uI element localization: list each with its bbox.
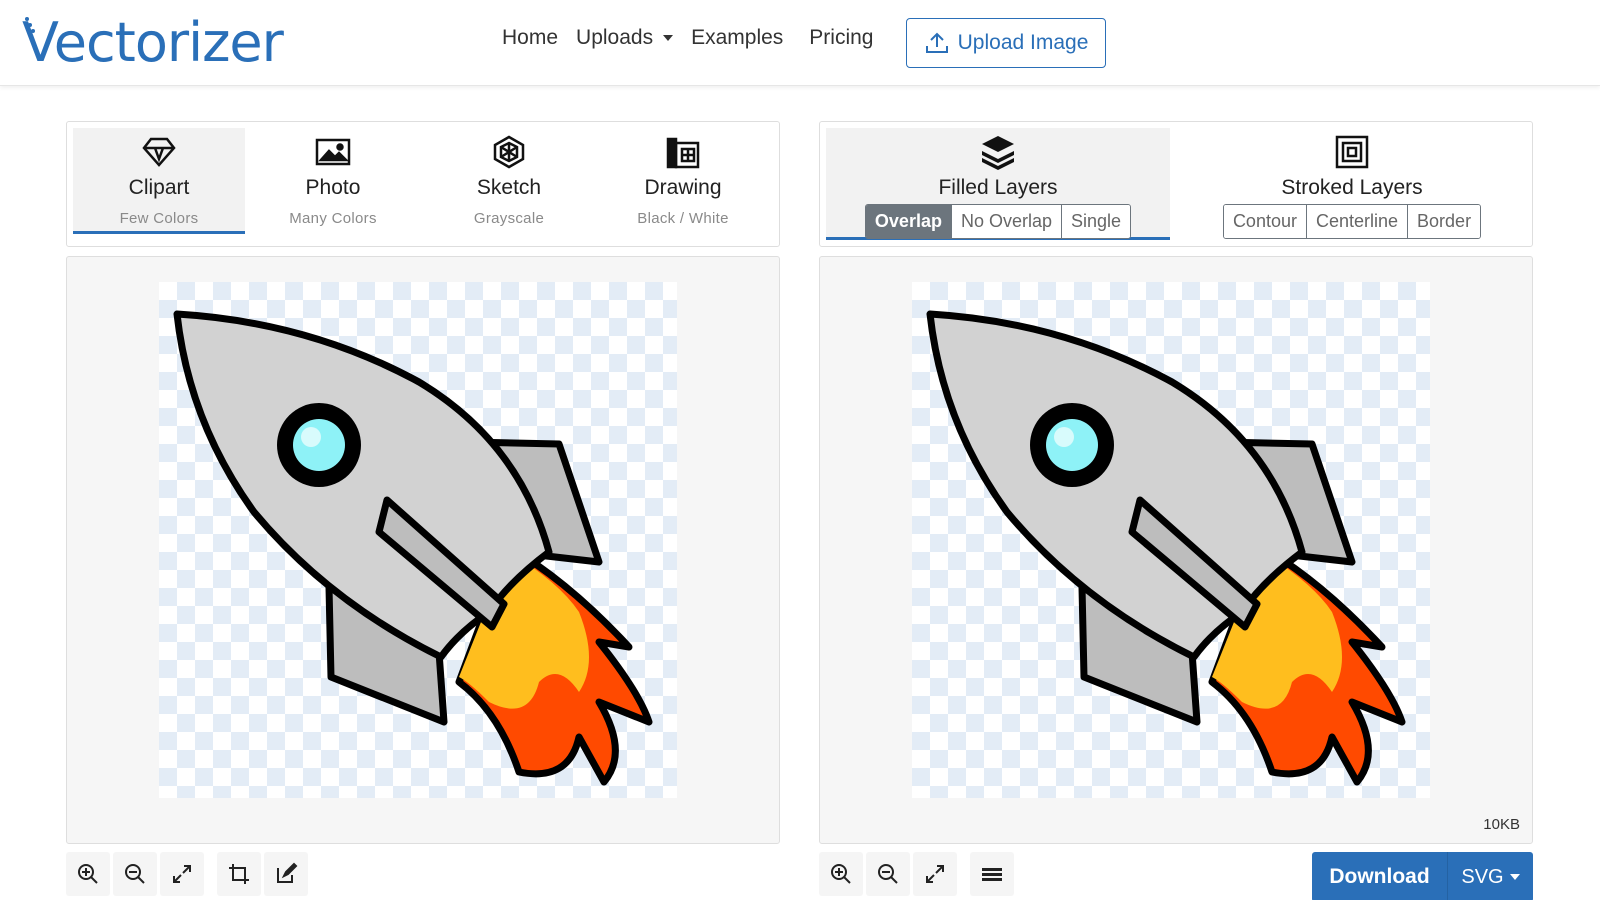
layer-title: Filled Layers — [938, 176, 1058, 199]
mode-title: Drawing — [644, 176, 722, 199]
mode-subtitle: Grayscale — [473, 210, 545, 227]
chevron-down-icon — [1509, 874, 1520, 880]
layer-tab-filled[interactable]: Filled Layers Overlap No Overlap Single — [826, 128, 1170, 240]
zoom-out-button[interactable] — [866, 852, 910, 896]
zoom-in-button[interactable] — [66, 852, 110, 896]
crop-icon — [229, 864, 249, 884]
mode-subtitle: Many Colors — [289, 210, 377, 227]
nav-uploads-label: Uploads — [576, 26, 654, 49]
brand-logo[interactable]: Vectorizer — [22, 10, 284, 74]
edit-button[interactable] — [264, 852, 308, 896]
diamond-icon — [142, 137, 176, 167]
zoom-in-icon — [78, 864, 98, 884]
menu-button[interactable] — [970, 852, 1014, 896]
fit-button[interactable] — [913, 852, 957, 896]
zoom-in-icon — [831, 864, 851, 884]
mode-title: Clipart — [128, 176, 190, 199]
mode-subtitle: Few Colors — [119, 210, 199, 227]
filled-layer-options: Overlap No Overlap Single — [864, 204, 1132, 239]
layer-title: Stroked Layers — [1281, 176, 1423, 199]
layers-icon — [982, 136, 1014, 170]
transparency-background — [159, 282, 677, 798]
mode-selector: Clipart Few Colors Photo Many Colors Ske… — [66, 121, 780, 247]
mode-tab-drawing[interactable]: Drawing Black / White — [597, 128, 769, 234]
rocket-image — [173, 310, 653, 786]
expand-icon — [926, 865, 944, 883]
download-button-group: Download SVG — [1312, 852, 1533, 900]
upload-icon — [925, 32, 948, 53]
mode-title: Photo — [305, 176, 361, 199]
nav-uploads[interactable]: Uploads — [576, 26, 674, 50]
upload-image-button[interactable]: Upload Image — [906, 18, 1106, 68]
fit-button[interactable] — [160, 852, 204, 896]
nav-home[interactable]: Home — [502, 26, 558, 50]
mode-tab-sketch[interactable]: Sketch Grayscale — [423, 128, 595, 234]
nav-pricing[interactable]: Pricing — [809, 26, 873, 50]
main-nav: Home Uploads Examples Pricing — [502, 26, 892, 50]
mode-tab-photo[interactable]: Photo Many Colors — [247, 128, 419, 234]
layer-selector: Filled Layers Overlap No Overlap Single … — [819, 121, 1533, 247]
hamburger-icon — [982, 868, 1002, 881]
mode-tab-clipart[interactable]: Clipart Few Colors — [73, 128, 245, 234]
original-preview[interactable] — [66, 256, 780, 844]
stroked-layer-options: Contour Centerline Border — [1222, 204, 1482, 239]
format-label: SVG — [1461, 865, 1504, 888]
vectorized-preview[interactable]: 10KB — [819, 256, 1533, 844]
mode-subtitle: Black / White — [637, 210, 729, 227]
logo-dots-icon — [25, 17, 35, 33]
pencil-tip-icon — [493, 135, 525, 169]
zoom-out-icon — [125, 864, 145, 884]
upload-image-label: Upload Image — [957, 31, 1089, 54]
transparency-background — [912, 282, 1430, 798]
zoom-out-button[interactable] — [113, 852, 157, 896]
rocket-vector-image — [926, 310, 1406, 786]
stroked-layers-icon — [1335, 135, 1369, 169]
crop-button[interactable] — [217, 852, 261, 896]
zoom-out-icon — [878, 864, 898, 884]
zoom-in-button[interactable] — [819, 852, 863, 896]
format-dropdown[interactable]: SVG — [1448, 852, 1533, 900]
download-button[interactable]: Download — [1312, 852, 1448, 900]
original-toolbar — [66, 852, 311, 896]
chevron-down-icon — [663, 35, 674, 42]
edit-icon — [277, 862, 298, 883]
layer-tab-stroked[interactable]: Stroked Layers Contour Centerline Border — [1176, 128, 1528, 240]
mode-title: Sketch — [476, 176, 542, 199]
option-centerline[interactable]: Centerline — [1306, 205, 1409, 238]
sketchbook-icon — [666, 137, 700, 169]
file-size-label: 10KB — [1483, 816, 1520, 833]
option-single[interactable]: Single — [1062, 205, 1131, 238]
expand-icon — [173, 865, 191, 883]
result-toolbar — [819, 852, 1017, 896]
image-icon — [315, 138, 351, 166]
option-overlap[interactable]: Overlap — [865, 205, 952, 238]
option-border[interactable]: Border — [1408, 205, 1481, 238]
brand-name: Vectorizer — [22, 10, 284, 74]
nav-examples[interactable]: Examples — [691, 26, 783, 50]
option-contour[interactable]: Contour — [1223, 205, 1307, 238]
navbar: Vectorizer Home Uploads Examples Pricing… — [0, 0, 1600, 86]
option-no-overlap[interactable]: No Overlap — [951, 205, 1063, 238]
